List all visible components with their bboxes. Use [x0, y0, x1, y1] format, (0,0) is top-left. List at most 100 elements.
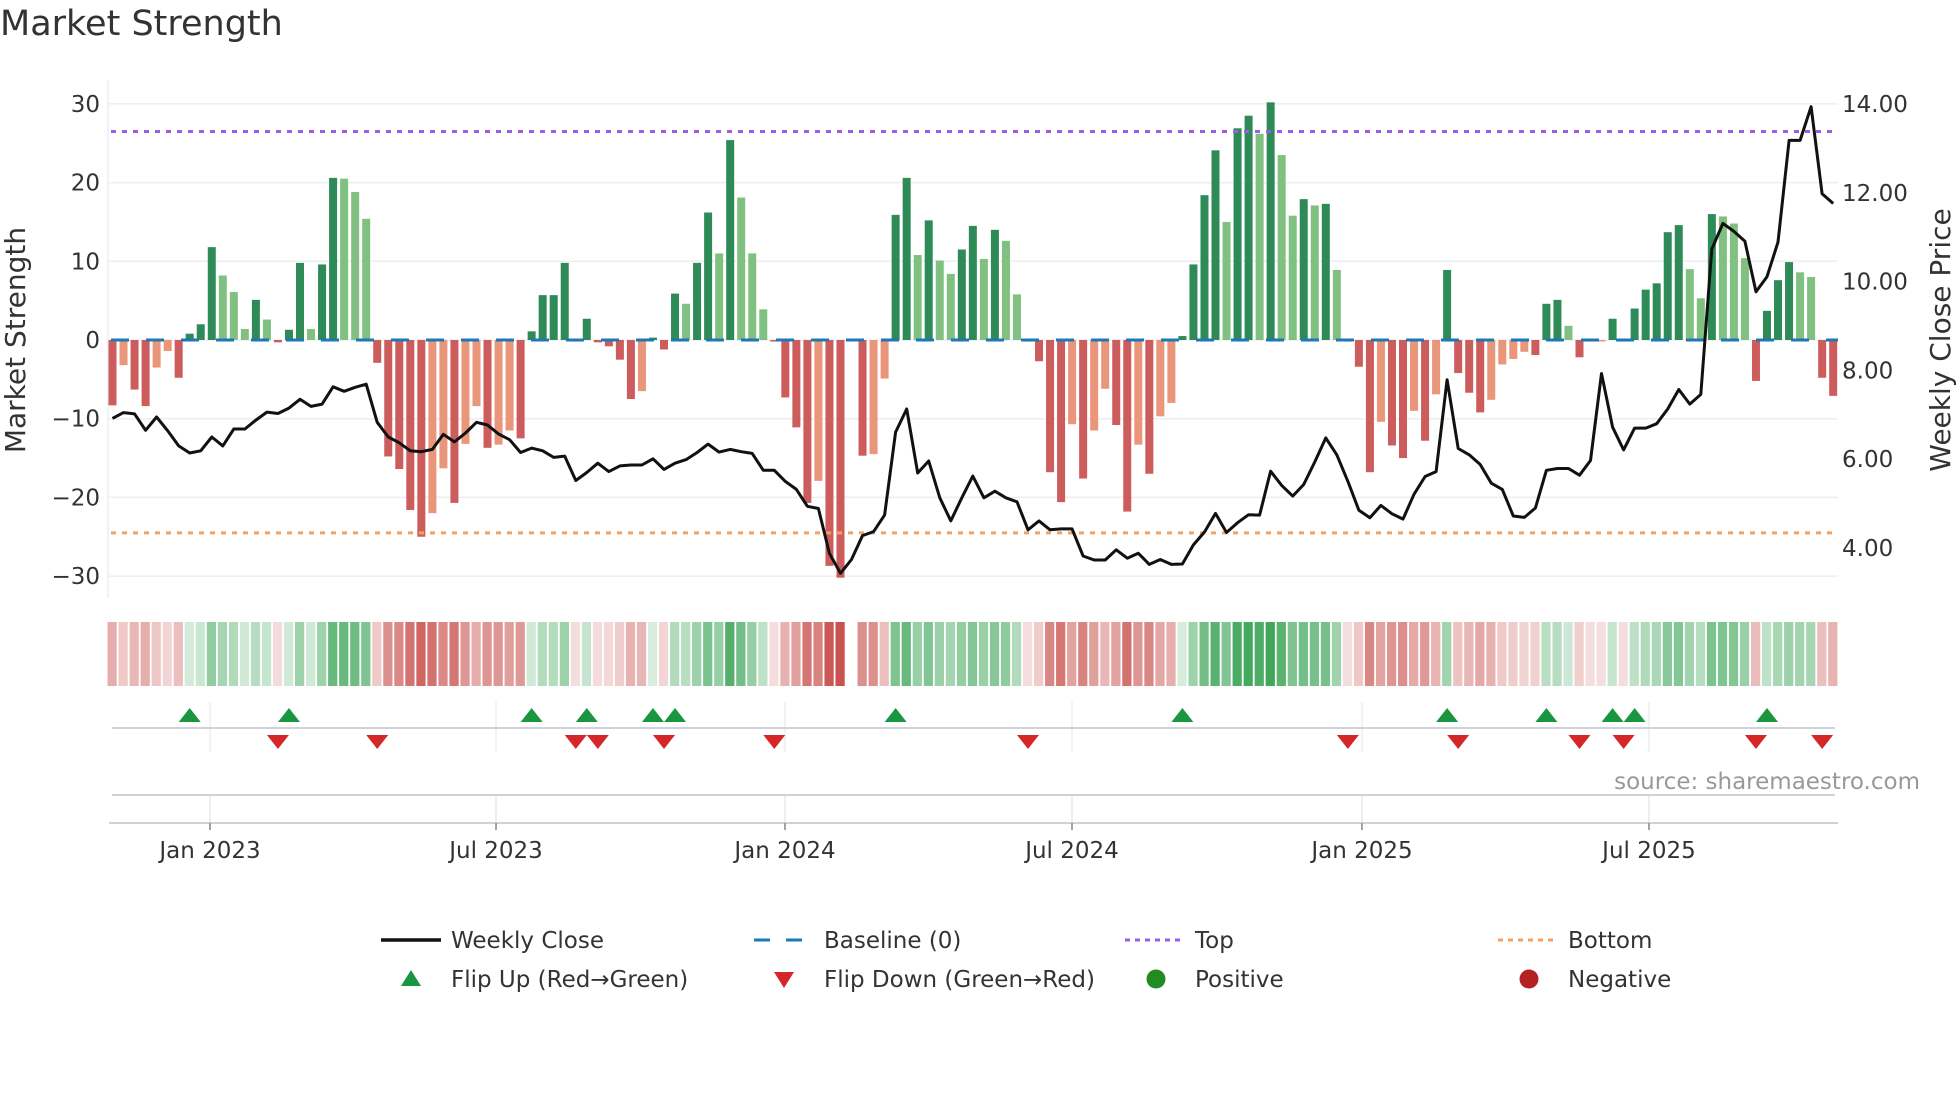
strength-bar-positive: [704, 212, 713, 340]
flip-down-marker: [1612, 735, 1635, 749]
heat-cell-negative: [1034, 622, 1044, 686]
heat-cell-negative: [471, 622, 481, 686]
heat-cell-positive: [1640, 622, 1650, 686]
strength-bar-negative: [1167, 340, 1176, 403]
left-tick-label: −30: [51, 564, 100, 590]
heat-cell-negative: [1089, 622, 1099, 686]
x-tick-label: Jul 2024: [1023, 838, 1119, 864]
strength-bar-positive: [1299, 199, 1308, 340]
heat-cell-positive: [1806, 622, 1816, 686]
heat-cell-positive: [537, 622, 547, 686]
heat-cell-negative: [1817, 622, 1827, 686]
strength-bar-positive: [262, 319, 271, 340]
strength-bar-positive: [1542, 303, 1551, 340]
strength-bar-positive: [748, 253, 757, 340]
heat-cell-negative: [879, 622, 889, 686]
heat-cell-positive: [295, 622, 305, 686]
strength-bar-negative: [395, 340, 404, 470]
heat-cell-negative: [835, 622, 845, 686]
strength-bar-positive: [1663, 232, 1672, 340]
heat-cell-positive: [184, 622, 194, 686]
strength-bar-positive: [737, 197, 746, 340]
heat-cell-positive: [559, 622, 569, 686]
heat-cell-positive: [306, 622, 316, 686]
strength-bar-negative: [626, 340, 635, 400]
strength-bar-negative: [152, 340, 161, 368]
strength-bar-negative: [174, 340, 183, 378]
strength-bar-negative: [1112, 340, 1121, 425]
heat-cell-positive: [1706, 622, 1717, 686]
right-tick-label: 8.00: [1842, 358, 1893, 384]
strength-bar-negative: [1365, 340, 1374, 473]
legend-flip-down-green-red-triangle-down-icon: [774, 972, 794, 988]
strength-bar-negative: [1046, 340, 1055, 473]
strength-bar-positive: [979, 258, 988, 340]
flip-down-marker: [1568, 735, 1591, 749]
heat-cell-positive: [1331, 622, 1342, 686]
heat-cell-positive: [1243, 622, 1253, 686]
strength-bar-positive: [935, 260, 944, 340]
heat-cell-positive: [714, 622, 724, 686]
heat-cell-negative: [1596, 622, 1606, 686]
heat-cell-positive: [923, 622, 933, 686]
strength-bar-negative: [505, 340, 514, 431]
strength-bar-positive: [1001, 240, 1010, 340]
heat-cell-positive: [1320, 622, 1331, 686]
strength-bar-negative: [472, 340, 481, 407]
heat-cell-negative: [118, 622, 128, 686]
strength-bar-negative: [417, 340, 426, 537]
heat-cell-positive: [703, 622, 713, 686]
strength-bar-negative: [1432, 340, 1441, 395]
heat-cell-negative: [1453, 622, 1463, 686]
heat-cell-positive: [1629, 622, 1639, 686]
market-strength-chart: 30 20 10 0 −10 −20 −30 14.00 12.00 10.00 8.00 6.00 4…: [0, 80, 1957, 993]
legend-flip-down-green-red-label: Flip Down (Green→Red): [824, 967, 1095, 993]
heat-cell-positive: [1188, 622, 1198, 686]
heat-cell-negative: [1431, 622, 1441, 686]
heat-cell-negative: [1056, 622, 1066, 686]
heat-cell-positive: [1651, 622, 1661, 686]
flip-down-marker: [1336, 735, 1359, 749]
strength-bar-positive: [284, 329, 293, 340]
heat-cell-positive: [681, 622, 691, 686]
heat-cell-negative: [1519, 622, 1529, 686]
heat-cell-negative: [493, 622, 503, 686]
heat-cell-positive: [670, 622, 680, 686]
heat-cell-negative: [416, 622, 426, 686]
strength-bar-positive: [1189, 264, 1198, 340]
heat-cell-negative: [394, 622, 404, 686]
heat-cell-negative: [636, 622, 647, 686]
strength-bar-positive: [1641, 289, 1650, 340]
left-tick-label: 20: [71, 171, 100, 197]
strength-bar-positive: [1443, 269, 1452, 340]
strength-bar-negative: [814, 340, 823, 481]
legend-flip-up-red-green-triangle-up-icon: [401, 970, 421, 986]
heat-cell-negative: [1375, 622, 1386, 686]
strength-bar-positive: [1200, 195, 1209, 340]
heat-cell-negative: [824, 622, 834, 686]
heat-cell-negative: [1464, 622, 1474, 686]
heat-cell-negative: [1508, 622, 1518, 686]
strength-bar-negative: [494, 340, 503, 445]
strength-bar-negative: [792, 340, 801, 428]
strength-bar-positive: [582, 318, 591, 340]
heat-cell-negative: [162, 622, 172, 686]
flip-down-marker: [1744, 735, 1767, 749]
legend-positive-circle-icon: [1146, 969, 1166, 989]
heat-cell-negative: [857, 622, 867, 686]
heat-cell-negative: [427, 622, 437, 686]
flip-up-marker: [178, 708, 201, 722]
flip-up-marker: [520, 708, 543, 722]
strength-bar-positive: [946, 273, 955, 340]
heat-cell-negative: [1155, 622, 1165, 686]
heat-cell-positive: [1684, 622, 1695, 686]
strength-bar-positive: [682, 303, 691, 340]
heat-cell-negative: [1022, 622, 1033, 686]
heat-cell-positive: [361, 622, 371, 686]
strength-bar-negative: [803, 340, 812, 503]
left-tick-label: 0: [85, 328, 100, 354]
heat-cell-positive: [901, 622, 911, 686]
strength-bar-negative: [163, 340, 172, 352]
strength-bar-negative: [1575, 340, 1584, 358]
heat-cell-positive: [317, 622, 327, 686]
